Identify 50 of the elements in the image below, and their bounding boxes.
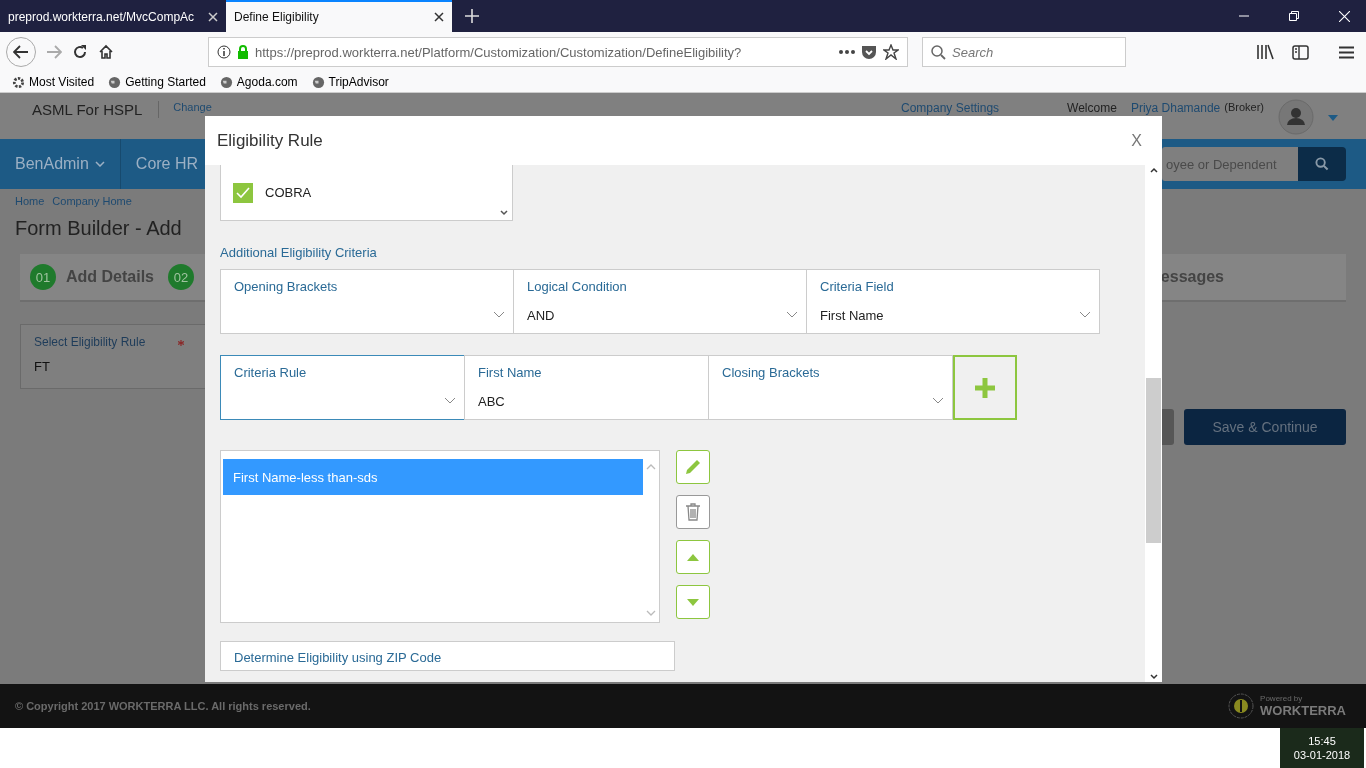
select-field[interactable]: Opening Brackets bbox=[220, 269, 514, 334]
field-label: Closing Brackets bbox=[722, 365, 820, 380]
field-value: FT bbox=[34, 359, 51, 374]
select-field[interactable]: Criteria Field First Name bbox=[806, 269, 1100, 334]
field-label: Logical Condition bbox=[527, 279, 627, 294]
bookmark-link[interactable]: Getting Started bbox=[108, 75, 206, 89]
clock-time: 15:45 bbox=[1308, 735, 1336, 747]
address-bar[interactable]: https://preprod.workterra.net/Platform/Customization/Customization/DefineEligibility? bbox=[208, 37, 908, 67]
text-field[interactable]: First Name ABC bbox=[464, 355, 709, 420]
panel-title: Determine Eligibility using ZIP Code bbox=[234, 650, 442, 665]
field-value: ABC bbox=[478, 394, 505, 410]
search-field[interactable]: Search bbox=[922, 37, 1126, 67]
step-label[interactable]: essages bbox=[1160, 268, 1224, 286]
field-label: Criteria Rule bbox=[234, 365, 307, 380]
powered-by-text: Powered by bbox=[1260, 694, 1304, 703]
browser-tab[interactable]: Define Eligibility bbox=[226, 0, 452, 32]
bookmark-link[interactable]: Most Visited bbox=[12, 75, 95, 89]
nav-menu-item[interactable]: BenAdmin bbox=[0, 139, 121, 189]
change-link[interactable]: Change bbox=[173, 101, 212, 113]
clock-date: 03-01-2018 bbox=[1293, 749, 1351, 761]
close-button[interactable]: X bbox=[1125, 130, 1148, 151]
select-field[interactable]: Logical Condition AND bbox=[513, 269, 807, 334]
field-label: Opening Brackets bbox=[234, 279, 338, 294]
select-field[interactable]: Criteria Rule bbox=[220, 355, 465, 420]
select-field[interactable]: Closing Brackets bbox=[708, 355, 953, 420]
page-title: Form Builder - Add bbox=[15, 216, 182, 241]
modal-title: Eligibility Rule bbox=[217, 130, 323, 151]
field-value: First Name bbox=[820, 308, 884, 324]
welcome-text: Welcome bbox=[1067, 101, 1117, 115]
user-role: (Broker) bbox=[1224, 101, 1264, 113]
save-continue-button[interactable]: Save & Continue bbox=[1184, 409, 1346, 445]
field-label: First Name bbox=[478, 365, 542, 380]
browser-tab[interactable]: preprod.workterra.net/MvcCompAc bbox=[0, 0, 226, 32]
step-number[interactable]: 01 bbox=[30, 264, 56, 290]
taskbar-clock[interactable]: 15:45 03-01-2018 bbox=[1280, 728, 1364, 768]
brand-name: WORKTERRA bbox=[1260, 703, 1346, 718]
field-value: AND bbox=[527, 308, 555, 324]
step-number[interactable]: 02 bbox=[168, 264, 194, 290]
section-title: Additional Eligibility Criteria bbox=[220, 245, 378, 260]
step-label[interactable]: Add Details bbox=[66, 268, 154, 286]
company-name: ASML For HSPL bbox=[32, 101, 160, 118]
user-name-link[interactable]: Priya Dhamande bbox=[1130, 101, 1221, 115]
rule-item[interactable]: First Name-less than-sds bbox=[223, 459, 643, 495]
bookmark-link[interactable]: TripAdvisor bbox=[311, 75, 389, 89]
field-label: Select Eligibility Rule bbox=[34, 335, 147, 349]
bookmark-link[interactable]: Agoda.com bbox=[219, 75, 298, 89]
field-label: Criteria Field bbox=[820, 279, 894, 294]
copyright-text: © Copyright 2017 WORKTERRA LLC. All rights reserved. bbox=[15, 700, 311, 712]
company-settings-menu[interactable]: Company Settings bbox=[901, 101, 1000, 115]
checkbox-label: COBRA bbox=[265, 185, 312, 200]
